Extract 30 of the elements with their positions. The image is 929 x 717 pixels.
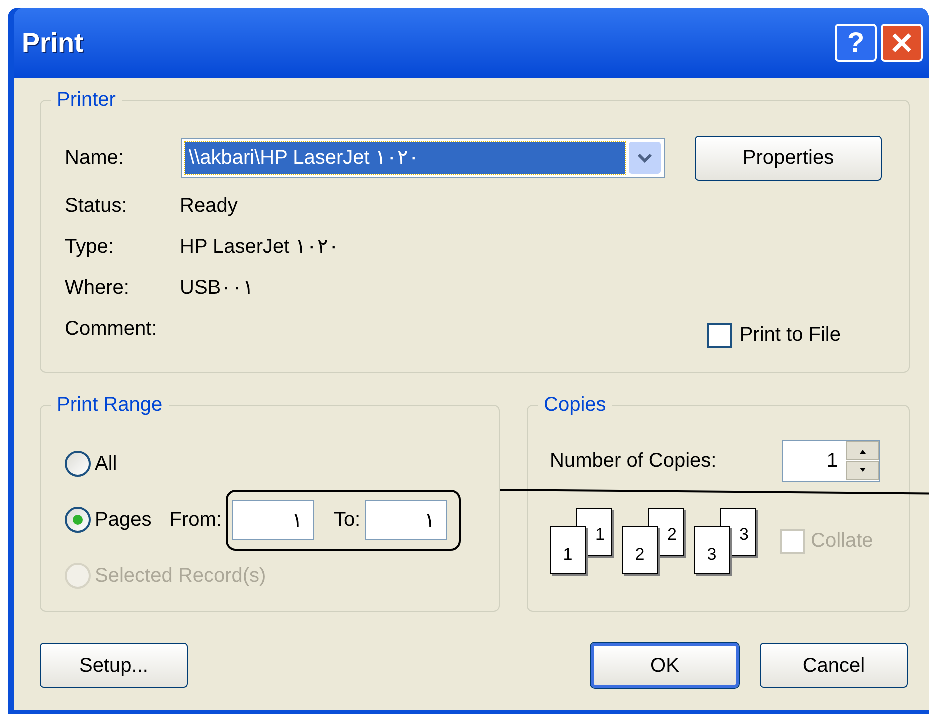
radio-label: All — [95, 452, 118, 477]
info-label: Status: — [65, 194, 128, 219]
field-label: Number of Copies: — [550, 449, 718, 474]
info-label: Where: — [65, 276, 130, 301]
checkbox-label: Print to File — [740, 323, 841, 348]
window-title: Print — [22, 26, 85, 60]
field-label: Name: — [65, 146, 125, 171]
properties-button[interactable]: Properties — [695, 136, 882, 180]
setup-button[interactable]: Setup... — [40, 643, 188, 688]
from-page-field[interactable]: ١ — [232, 500, 314, 540]
info-value: USB٠٠١ — [180, 276, 254, 301]
radio-label: Selected Record(s) — [95, 564, 266, 589]
print-to-file-checkbox[interactable] — [706, 322, 732, 348]
cancel-button[interactable]: Cancel — [760, 643, 908, 688]
ok-button[interactable]: OK — [591, 643, 739, 688]
close-button[interactable] — [881, 24, 923, 62]
info-value: HP LaserJet ١٠٢٠ — [180, 235, 340, 260]
printer-name-dropdown[interactable]: \\akbari\HP LaserJet ١٠٢٠ — [181, 138, 665, 178]
checkbox-label: Collate — [811, 529, 874, 554]
radio-button[interactable] — [65, 451, 91, 477]
help-button[interactable]: ? — [835, 24, 877, 62]
radio-label: Pages — [95, 508, 152, 533]
to-page-field[interactable]: ١ — [364, 500, 447, 540]
radio-button[interactable] — [65, 507, 91, 533]
info-value: Ready — [180, 194, 238, 219]
close-icon — [890, 31, 914, 55]
field-label: To: — [334, 508, 361, 533]
field-label: From: — [170, 508, 222, 533]
info-label: Type: — [65, 235, 115, 260]
info-label: Comment: — [65, 317, 158, 342]
